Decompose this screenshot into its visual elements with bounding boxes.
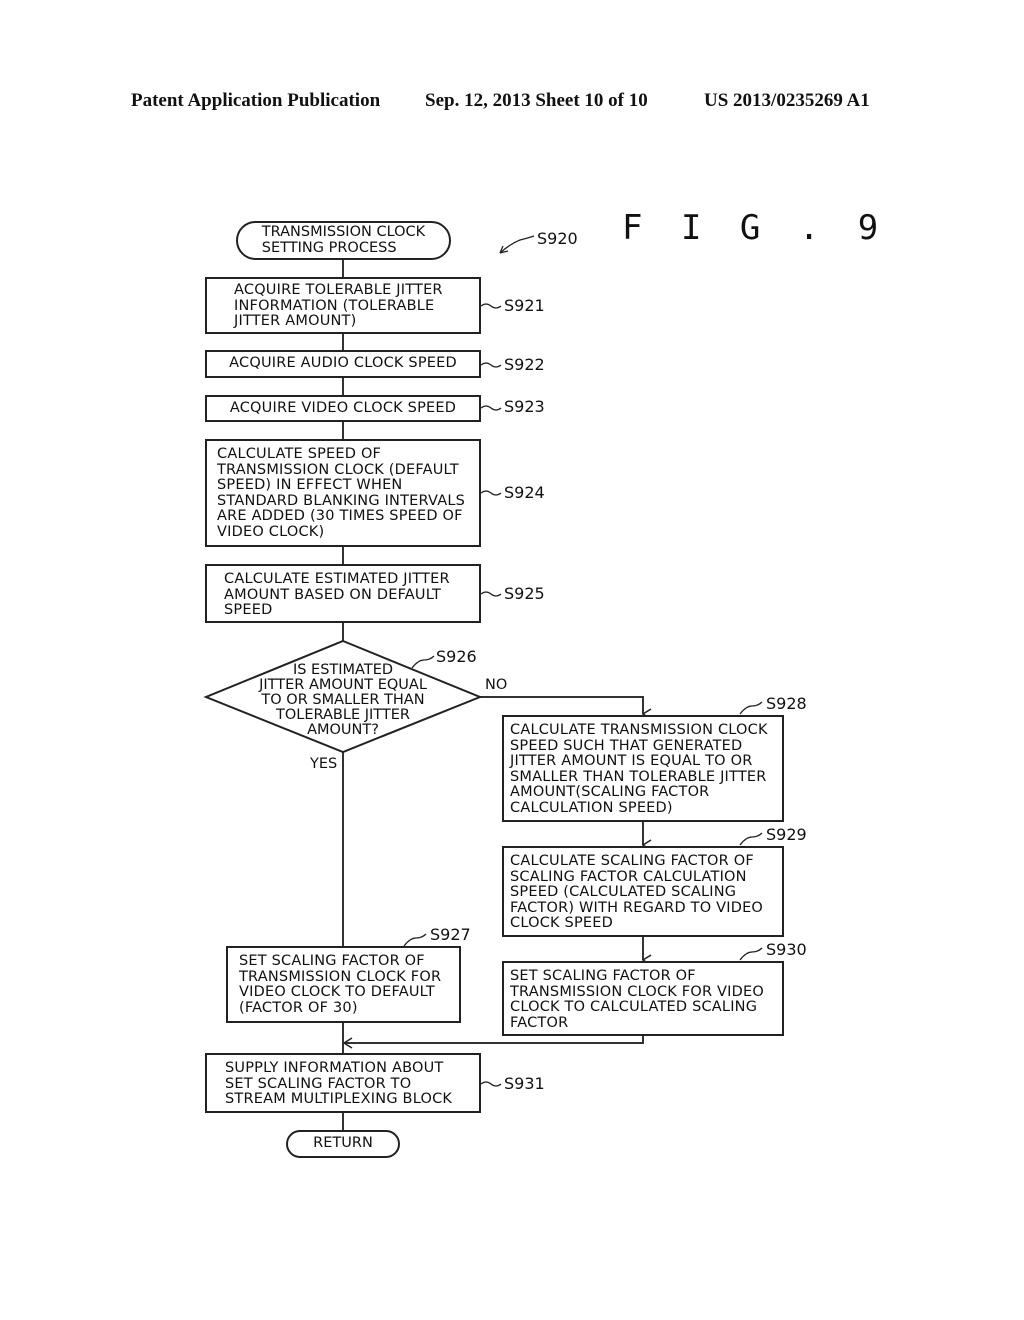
s927-leader — [403, 933, 427, 947]
step-id-s923: S923 — [504, 397, 545, 416]
start-terminator: TRANSMISSION CLOCK SETTING PROCESS — [236, 221, 451, 260]
s928-leader — [739, 701, 763, 715]
step-box-s928: CALCULATE TRANSMISSION CLOCK SPEED SUCH … — [502, 715, 784, 822]
step-id-s928: S928 — [766, 694, 807, 713]
step-box-s921: ACQUIRE TOLERABLE JITTER INFORMATION (TO… — [205, 277, 481, 334]
step-box-s927: SET SCALING FACTOR OF TRANSMISSION CLOCK… — [226, 946, 461, 1023]
step-id-s929: S929 — [766, 825, 807, 844]
step-id-s931: S931 — [504, 1074, 545, 1093]
s920-leader — [499, 235, 535, 254]
decision-question: IS ESTIMATED JITTER AMOUNT EQUAL TO OR S… — [259, 662, 427, 738]
s925-leader — [480, 591, 502, 597]
return-terminator: RETURN — [286, 1130, 400, 1158]
step-box-s924: CALCULATE SPEED OF TRANSMISSION CLOCK (D… — [205, 439, 481, 547]
s921-leader — [480, 303, 502, 309]
step-box-s931: SUPPLY INFORMATION ABOUT SET SCALING FAC… — [205, 1053, 481, 1113]
step-box-s925: CALCULATE ESTIMATED JITTER AMOUNT BASED … — [205, 564, 481, 623]
step-box-s929: CALCULATE SCALING FACTOR OF SCALING FACT… — [502, 846, 784, 937]
connector-s930-merge — [345, 1035, 644, 1044]
flowchart-connectors — [203, 235, 763, 1131]
step-id-s921: S921 — [504, 296, 545, 315]
decision-yes-label: YES — [310, 756, 338, 772]
step-id-s926: S926 — [436, 647, 477, 666]
s929-leader — [739, 832, 763, 846]
step-box-s923: ACQUIRE VIDEO CLOCK SPEED — [205, 395, 481, 422]
s930-leader — [739, 947, 763, 961]
step-id-s927: S927 — [430, 925, 471, 944]
step-id-s920: S920 — [537, 229, 578, 248]
step-id-s924: S924 — [504, 483, 545, 502]
s924-leader — [480, 490, 502, 496]
step-id-s930: S930 — [766, 940, 807, 959]
decision-no-label: NO — [485, 677, 508, 693]
step-id-s922: S922 — [504, 355, 545, 374]
s923-leader — [480, 405, 502, 411]
s922-leader — [480, 362, 502, 368]
s931-leader — [480, 1081, 502, 1087]
step-box-s930: SET SCALING FACTOR OF TRANSMISSION CLOCK… — [502, 961, 784, 1036]
connector-no-s928 — [480, 696, 652, 720]
step-id-s925: S925 — [504, 584, 545, 603]
step-box-s922: ACQUIRE AUDIO CLOCK SPEED — [205, 350, 481, 378]
